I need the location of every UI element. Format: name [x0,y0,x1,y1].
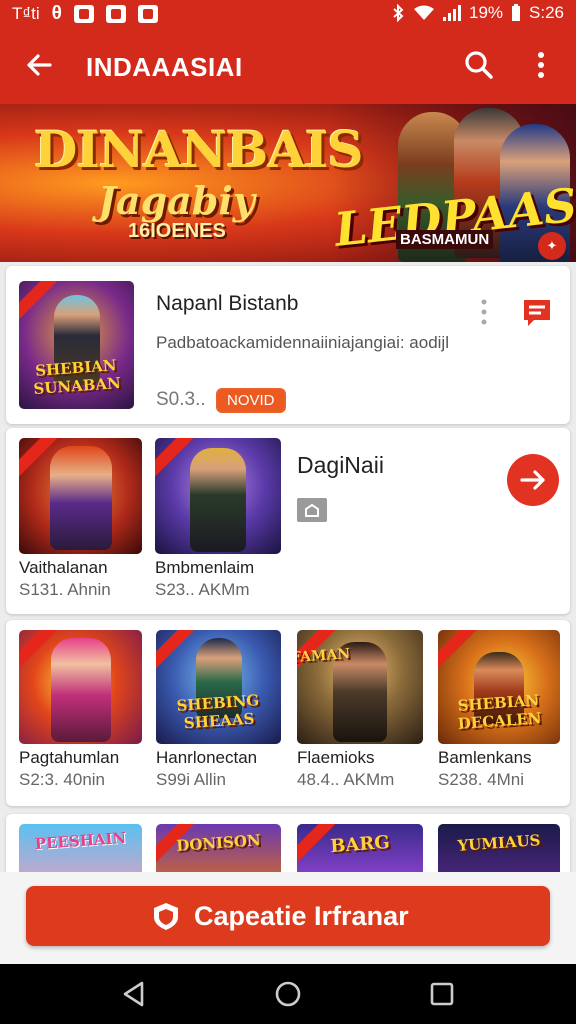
nav-recents-icon[interactable] [426,978,458,1010]
character-figure [50,638,111,742]
collection-title: DagiNaii [297,452,384,478]
banner-title: DINANBAIS [34,120,363,179]
game-thumbnail[interactable]: FAMAN [297,630,423,744]
more-vert-icon[interactable] [478,298,490,326]
clock: S:26 [529,3,564,22]
nav-home-icon[interactable] [272,978,304,1010]
signal-icon [442,5,461,21]
page-title: INDAAASIAI [86,52,243,82]
app-bar: INDAAASIAI [0,28,576,104]
banner-corner-badge: ✦ [538,232,566,260]
primary-action-button[interactable]: Capeatie Irfranar [26,886,550,946]
status-app-icon: θ [51,3,62,24]
more-vert-icon[interactable] [526,48,556,82]
status-bar: T₫ti θ 19% S:26 [0,0,576,28]
status-badge: NOVID [216,388,286,413]
game-meta: S131. Ahnin [19,580,111,599]
game-meta: S23.. AKMm [155,580,250,599]
search-icon[interactable] [462,48,496,82]
corner-ribbon [438,630,480,670]
featured-price: S0.3.. [156,389,206,410]
corner-ribbon [156,630,198,670]
notification-icon [105,5,126,23]
battery-icon [512,4,521,21]
notification-icon [137,5,158,23]
store-icon [297,498,327,522]
game-thumbnail[interactable]: SHEBING SHEAAS [156,630,281,744]
chat-icon[interactable] [520,296,554,330]
featured-description: Padbatoackamidennaiiniajangiai: aodijl [156,333,449,352]
featured-thumbnail[interactable]: SHEBIAN SUNABAN [19,281,134,409]
banner-logo-sub: BASMAMUN [396,230,494,249]
game-meta: S2:3. 40nin [19,770,106,789]
thumbnail-label: PEESHAIN [34,828,127,854]
game-thumbnail[interactable]: SHEBIAN DECALEN [438,630,560,744]
arrow-right-icon[interactable] [507,454,559,506]
thumbnail-label: SHEBIAN DECALEN [457,691,543,733]
game-title: Bmbmenlaim [155,558,255,577]
game-title: Flaemioks [297,748,375,767]
game-title: Pagtahumlan [19,748,120,767]
thumbnail-label: SHEBIAN SUNABAN [32,356,122,399]
system-nav-bar [0,964,576,1024]
thumbnail-label: SHEBING SHEAAS [176,691,260,733]
games-grid-card: Pagtahumlan S2:3. 40nin SHEBING SHEAAS H… [6,620,570,806]
shield-icon [154,903,178,930]
screen: T₫ti θ 19% S:26 INDAAASIAI DINANBAIS Jag… [0,0,576,1024]
collection-card[interactable]: Vaithalanan S131. Ahnin Bmbmenlaim S23..… [6,428,570,614]
notification-icon [73,5,94,23]
arrow-left-icon[interactable] [22,48,56,82]
character-figure [190,448,246,552]
battery-level: 19% [468,3,504,22]
nav-back-icon[interactable] [118,978,150,1010]
game-title: Hanrlonectan [156,748,258,767]
banner-tagline: 16IOENES [128,220,226,242]
bluetooth-icon [393,4,404,22]
status-carrier: T₫ti [12,4,40,23]
game-meta: 48.4.. AKMm [297,770,395,789]
game-thumbnail[interactable] [19,438,142,554]
game-title: Bamlenkans [438,748,532,767]
game-title: Vaithalanan [19,558,108,577]
featured-card[interactable]: SHEBIAN SUNABAN Napanl Bistanb Padbatoac… [6,266,570,424]
game-meta: S238. 4Mni [438,770,524,789]
game-meta: S99i Allin [156,770,226,789]
game-thumbnail[interactable] [155,438,281,554]
wifi-icon [413,5,434,20]
game-thumbnail[interactable] [19,630,142,744]
primary-action-label: Capeatie Irfranar [194,901,409,931]
bottom-action-bar: Capeatie Irfranar [0,872,576,964]
featured-title: Napanl Bistanb [156,292,299,315]
banner-subtitle: Jagabiy [98,178,255,223]
character-figure [49,446,112,550]
promo-banner[interactable]: DINANBAIS Jagabiy 16IOENES LEDPAASH BASM… [0,104,576,262]
thumbnail-label: YUMIAUS [456,831,542,855]
